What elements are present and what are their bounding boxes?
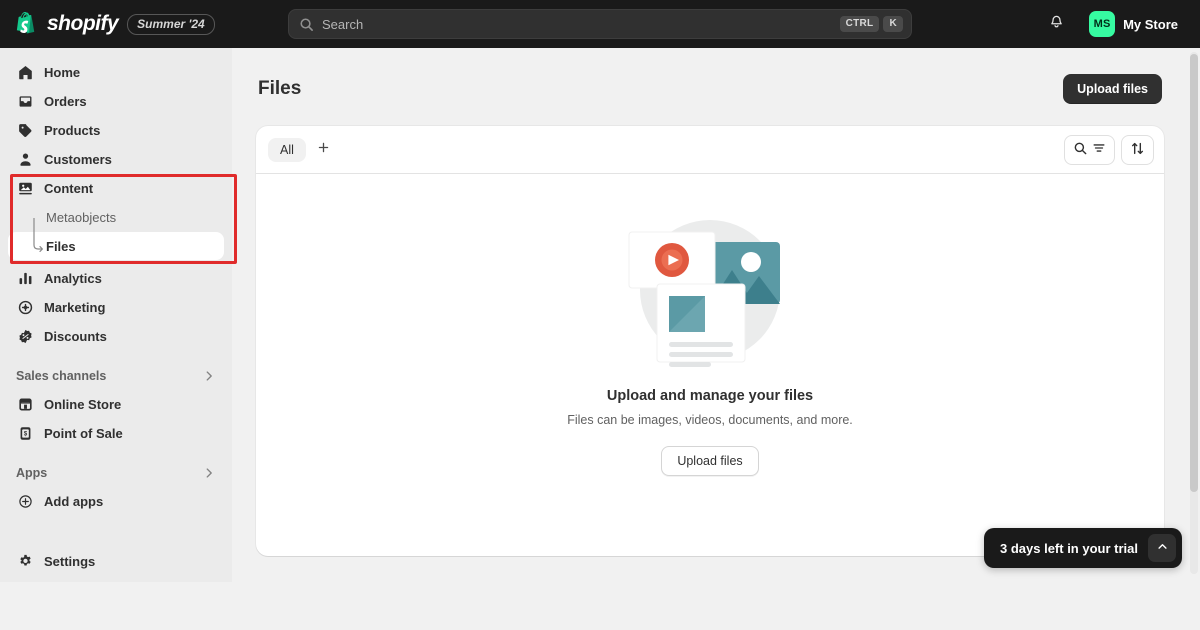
notifications-button[interactable] xyxy=(1041,9,1071,39)
kbd-k: K xyxy=(883,16,903,32)
sidebar-item-customers[interactable]: Customers xyxy=(8,145,224,173)
kbd-ctrl: CTRL xyxy=(839,16,880,32)
chevron-right-icon xyxy=(202,466,216,480)
shopify-admin-window: shopify Summer '24 CTRL K xyxy=(0,0,1200,630)
top-bar: shopify Summer '24 CTRL K xyxy=(0,0,1200,48)
top-bar-right: MS My Store xyxy=(1041,0,1186,48)
empty-state-subtitle: Files can be images, videos, documents, … xyxy=(567,413,853,427)
content-media-icon xyxy=(16,179,34,197)
upload-files-button-empty[interactable]: Upload files xyxy=(661,446,759,476)
sidebar-item-label: Products xyxy=(44,122,101,138)
sidebar-item-label: Customers xyxy=(44,151,112,167)
sidebar-item-metaobjects[interactable]: Metaobjects xyxy=(8,203,224,231)
sidebar-item-label: Add apps xyxy=(44,493,104,509)
files-media-illustration xyxy=(615,202,805,382)
plus-icon xyxy=(317,141,330,159)
brand-name: shopify xyxy=(47,12,119,35)
sidebar-item-label: Home xyxy=(44,64,81,80)
files-card: All Upload and manage your files Files c… xyxy=(256,126,1164,556)
trial-expand-button[interactable] xyxy=(1148,534,1176,562)
sidebar-item-files[interactable]: Files xyxy=(8,217,224,260)
sidebar-item-online-store[interactable]: Online Store xyxy=(8,390,224,418)
chevron-up-icon xyxy=(1156,540,1169,556)
sidebar-item-add-apps[interactable]: Add apps xyxy=(8,487,224,515)
sidebar-item-settings[interactable]: Settings xyxy=(8,547,224,575)
sidebar-section-sales-channels[interactable]: Sales channels xyxy=(8,362,224,390)
empty-state: Upload and manage your files Files can b… xyxy=(256,174,1164,476)
sidebar-item-label: Discounts xyxy=(44,328,107,344)
tab-list: All xyxy=(268,136,338,164)
filter-icon xyxy=(1092,141,1106,158)
sidebar-item-point-of-sale[interactable]: $ Point of Sale xyxy=(8,419,224,447)
season-badge: Summer '24 xyxy=(127,13,215,35)
avatar: MS xyxy=(1089,11,1116,37)
sidebar-item-label: Orders xyxy=(44,93,87,109)
analytics-bar-icon xyxy=(16,269,34,287)
tab-all[interactable]: All xyxy=(268,137,306,162)
card-toolbar: All xyxy=(256,126,1164,174)
trial-banner[interactable]: 3 days left in your trial xyxy=(984,528,1182,568)
gear-icon xyxy=(16,552,34,570)
page-header: Files Upload files xyxy=(256,74,1164,104)
page-title: Files xyxy=(258,78,302,99)
sidebar-navigation: Home Orders Products Customers Content M… xyxy=(0,48,232,582)
sidebar-item-label: Marketing xyxy=(44,299,106,315)
trial-text: 3 days left in your trial xyxy=(1000,540,1138,556)
sidebar-item-label: Settings xyxy=(44,553,96,569)
upload-files-button-header[interactable]: Upload files xyxy=(1063,74,1162,104)
global-search-bar[interactable]: CTRL K xyxy=(288,9,912,39)
main-content: Files Upload files All Upload and manage… xyxy=(232,48,1188,582)
point-of-sale-icon: $ xyxy=(16,424,34,442)
add-view-button[interactable] xyxy=(310,136,338,164)
bell-icon xyxy=(1048,13,1065,35)
chevron-right-icon xyxy=(202,369,216,383)
discounts-percent-icon xyxy=(16,327,34,345)
toolbar-actions xyxy=(1064,134,1154,165)
sidebar-subitem-label: Metaobjects xyxy=(46,209,117,225)
sidebar-item-products[interactable]: Products xyxy=(8,116,224,144)
online-store-icon xyxy=(16,395,34,413)
marketing-megaphone-icon xyxy=(16,298,34,316)
plus-circle-icon xyxy=(16,492,34,510)
sidebar-section-label: Sales channels xyxy=(16,369,107,383)
sidebar-item-label: Analytics xyxy=(44,270,102,286)
store-name: My Store xyxy=(1123,16,1178,32)
sidebar-item-content[interactable]: Content xyxy=(8,174,224,202)
sidebar-item-label: Content xyxy=(44,180,94,196)
sidebar-item-discounts[interactable]: Discounts xyxy=(8,322,224,350)
sidebar-item-marketing[interactable]: Marketing xyxy=(8,293,224,321)
brand-logo-area[interactable]: shopify Summer '24 xyxy=(0,12,272,36)
sidebar-item-label: Online Store xyxy=(44,396,122,412)
sort-button[interactable] xyxy=(1121,134,1154,165)
search-shortcut-hint: CTRL K xyxy=(839,16,903,32)
search-icon xyxy=(299,17,314,32)
search-input[interactable] xyxy=(314,16,840,32)
search-icon xyxy=(1073,141,1088,159)
page-scrollbar-thumb[interactable] xyxy=(1190,54,1198,492)
sort-arrows-icon xyxy=(1130,141,1145,159)
search-and-filter-button[interactable] xyxy=(1064,134,1115,165)
sidebar-section-apps[interactable]: Apps xyxy=(8,459,224,487)
products-tag-icon xyxy=(16,121,34,139)
sidebar-subitem-label: Files xyxy=(46,238,76,254)
sidebar-section-label: Apps xyxy=(16,466,48,480)
home-icon xyxy=(16,63,34,81)
store-account-button[interactable]: MS My Store xyxy=(1085,7,1186,41)
sidebar-item-orders[interactable]: Orders xyxy=(8,87,224,115)
sidebar-item-analytics[interactable]: Analytics xyxy=(8,264,224,292)
shopify-logo-icon xyxy=(16,12,38,36)
empty-state-title: Upload and manage your files xyxy=(606,388,814,404)
sidebar-item-home[interactable]: Home xyxy=(8,58,224,86)
page-bottom-strip xyxy=(0,582,1200,630)
customers-person-icon xyxy=(16,150,34,168)
sidebar-item-label: Point of Sale xyxy=(44,425,123,441)
orders-icon xyxy=(16,92,34,110)
